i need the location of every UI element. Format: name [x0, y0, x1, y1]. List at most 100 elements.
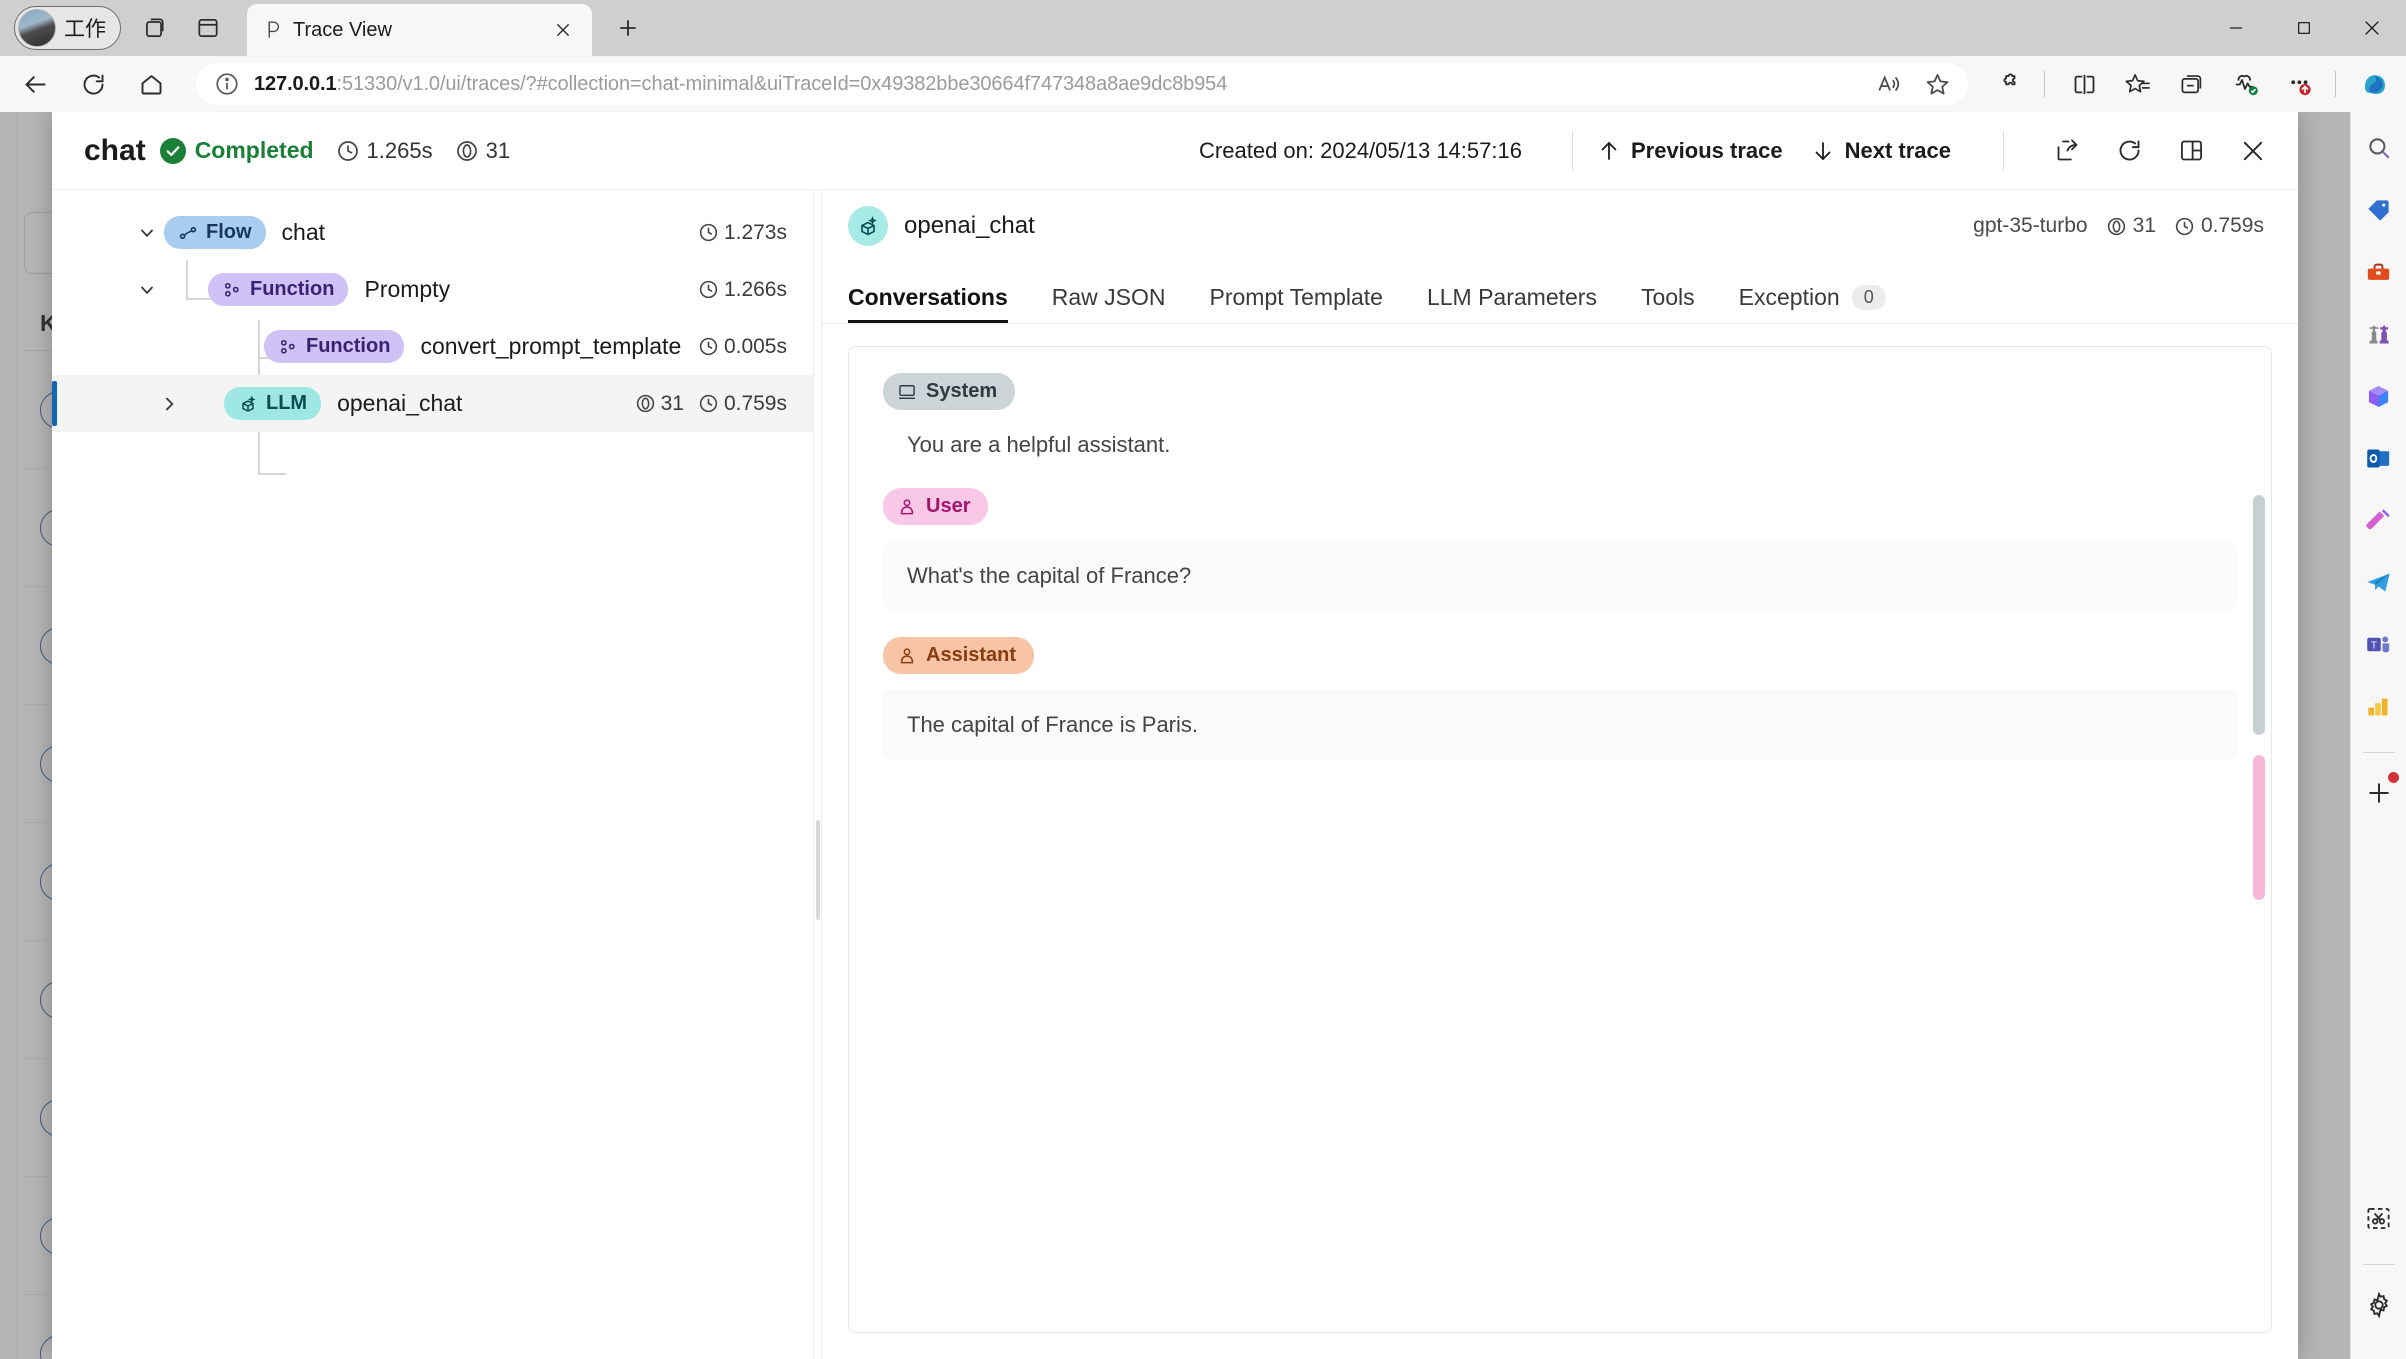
site-info-icon[interactable] — [214, 71, 240, 97]
tab-exception[interactable]: Exception 0 — [1739, 284, 1886, 323]
node-name: chat — [282, 219, 325, 246]
browser-toolbar: 127.0.0.1:51330/v1.0/ui/traces/?#collect… — [0, 56, 2406, 112]
settings-gear-icon[interactable] — [2357, 1283, 2401, 1327]
tree-node-openai-chat[interactable]: LLM openai_chat 31 0.759s — [52, 375, 813, 432]
person-icon — [897, 497, 917, 517]
minimize-button[interactable] — [2202, 0, 2270, 56]
designer-icon[interactable] — [2357, 498, 2401, 542]
node-kind-badge-function: Function — [208, 273, 348, 306]
function-icon — [222, 280, 242, 300]
status-badge: Completed — [195, 137, 314, 164]
detail-model-name: gpt-35-turbo — [1973, 214, 2087, 238]
conversation-scrollbar[interactable] — [2253, 357, 2265, 1322]
chevron-right-icon[interactable] — [152, 387, 186, 421]
toolbar-right-actions — [1982, 61, 2406, 107]
panel-splitter[interactable] — [814, 190, 822, 1359]
excel-icon[interactable] — [2357, 684, 2401, 728]
collections-icon[interactable] — [2169, 61, 2215, 107]
arrow-up-icon — [1597, 139, 1621, 163]
previous-trace-button[interactable]: Previous trace — [1597, 138, 1783, 164]
tab-tools[interactable]: Tools — [1641, 284, 1695, 323]
close-icon[interactable] — [2230, 128, 2276, 174]
tab-panel-icon[interactable] — [187, 7, 229, 49]
detail-header: openai_chat gpt-35-turbo 31 0.759s — [822, 190, 2298, 262]
more-options-icon[interactable] — [2277, 61, 2323, 107]
tag-icon[interactable] — [2357, 188, 2401, 232]
maximize-button[interactable] — [2270, 0, 2338, 56]
node-duration-value: 1.266s — [724, 278, 787, 302]
role-label: System — [926, 380, 997, 403]
close-window-button[interactable] — [2338, 0, 2406, 56]
outlook-icon[interactable] — [2357, 436, 2401, 480]
home-button[interactable] — [128, 61, 174, 107]
favorite-star-icon[interactable] — [1916, 65, 1958, 103]
detail-tabs: Conversations Raw JSON Prompt Template L… — [822, 262, 2298, 324]
address-bar[interactable]: 127.0.0.1:51330/v1.0/ui/traces/?#collect… — [196, 63, 1968, 105]
chevron-down-icon[interactable] — [130, 273, 164, 307]
node-duration-value: 0.759s — [724, 392, 787, 416]
browser-chrome: 工作 Trace View — [0, 0, 2406, 112]
node-kind-label: Flow — [206, 221, 252, 244]
profile-button[interactable]: 工作 — [14, 6, 121, 50]
scrollbar-thumb[interactable] — [2253, 495, 2265, 735]
status-check-icon — [160, 138, 186, 164]
refresh-icon[interactable] — [2106, 128, 2152, 174]
tree-node-chat[interactable]: Flow chat 1.273s — [52, 204, 813, 261]
copilot-icon[interactable] — [2352, 61, 2398, 107]
role-label: Assistant — [926, 644, 1016, 667]
new-tab-button[interactable] — [608, 8, 648, 48]
office-icon[interactable] — [2357, 374, 2401, 418]
tree-node-convert-prompt-template[interactable]: Function convert_prompt_template 0.005s — [52, 318, 813, 375]
back-button[interactable] — [12, 61, 58, 107]
llm-sparkle-icon — [848, 206, 888, 246]
read-aloud-icon[interactable] — [1868, 65, 1910, 103]
toolbox-icon[interactable] — [2357, 250, 2401, 294]
divider — [2335, 71, 2336, 97]
flow-icon — [178, 223, 198, 243]
node-duration: 0.005s — [698, 335, 787, 359]
page-title: chat — [84, 134, 146, 168]
layout-icon[interactable] — [2168, 128, 2214, 174]
node-duration-value: 1.273s — [724, 221, 787, 245]
svg-text:T: T — [2371, 640, 2377, 651]
edge-sidebar: T — [2350, 112, 2406, 1359]
search-icon[interactable] — [2357, 126, 2401, 170]
tab-conversations[interactable]: Conversations — [848, 284, 1008, 323]
splitter-grip[interactable] — [816, 820, 820, 920]
extensions-icon[interactable] — [1986, 61, 2032, 107]
chevron-down-icon[interactable] — [130, 216, 164, 250]
conversation-message-assistant: Assistant The capital of France is Paris… — [883, 637, 2237, 760]
teams-icon[interactable]: T — [2357, 622, 2401, 666]
screenshot-icon[interactable] — [2357, 1196, 2401, 1240]
node-duration: 1.266s — [698, 278, 787, 302]
message-text: The capital of France is Paris. — [883, 690, 2237, 760]
selection-indicator — [52, 381, 57, 426]
share-icon[interactable] — [2044, 128, 2090, 174]
scrollbar-marker[interactable] — [2253, 755, 2265, 900]
tree-node-prompty[interactable]: Function Prompty 1.266s — [52, 261, 813, 318]
browser-tab-trace-view[interactable]: Trace View — [247, 4, 592, 56]
close-icon[interactable] — [548, 15, 578, 45]
tab-label: Tools — [1641, 284, 1695, 311]
refresh-button[interactable] — [70, 61, 116, 107]
tab-prompt-template[interactable]: Prompt Template — [1210, 284, 1383, 323]
clock-icon — [2174, 216, 2195, 237]
detail-duration: 0.759s — [2174, 214, 2264, 238]
node-kind-label: Function — [306, 335, 390, 358]
browser-essentials-icon[interactable] — [2223, 61, 2269, 107]
divider — [2044, 71, 2045, 97]
tab-label: Conversations — [848, 284, 1008, 311]
tab-collections-icon[interactable] — [133, 7, 175, 49]
tab-llm-parameters[interactable]: LLM Parameters — [1427, 284, 1597, 323]
node-metrics: 0.005s — [698, 335, 787, 359]
add-app-button[interactable] — [2357, 771, 2401, 815]
favorites-list-icon[interactable] — [2115, 61, 2161, 107]
telegram-icon[interactable] — [2357, 560, 2401, 604]
function-icon — [278, 337, 298, 357]
tab-title: Trace View — [293, 19, 538, 42]
next-trace-button[interactable]: Next trace — [1811, 138, 1951, 164]
split-screen-icon[interactable] — [2061, 61, 2107, 107]
tab-raw-json[interactable]: Raw JSON — [1052, 284, 1166, 323]
games-icon[interactable] — [2357, 312, 2401, 356]
divider — [1572, 131, 1573, 171]
